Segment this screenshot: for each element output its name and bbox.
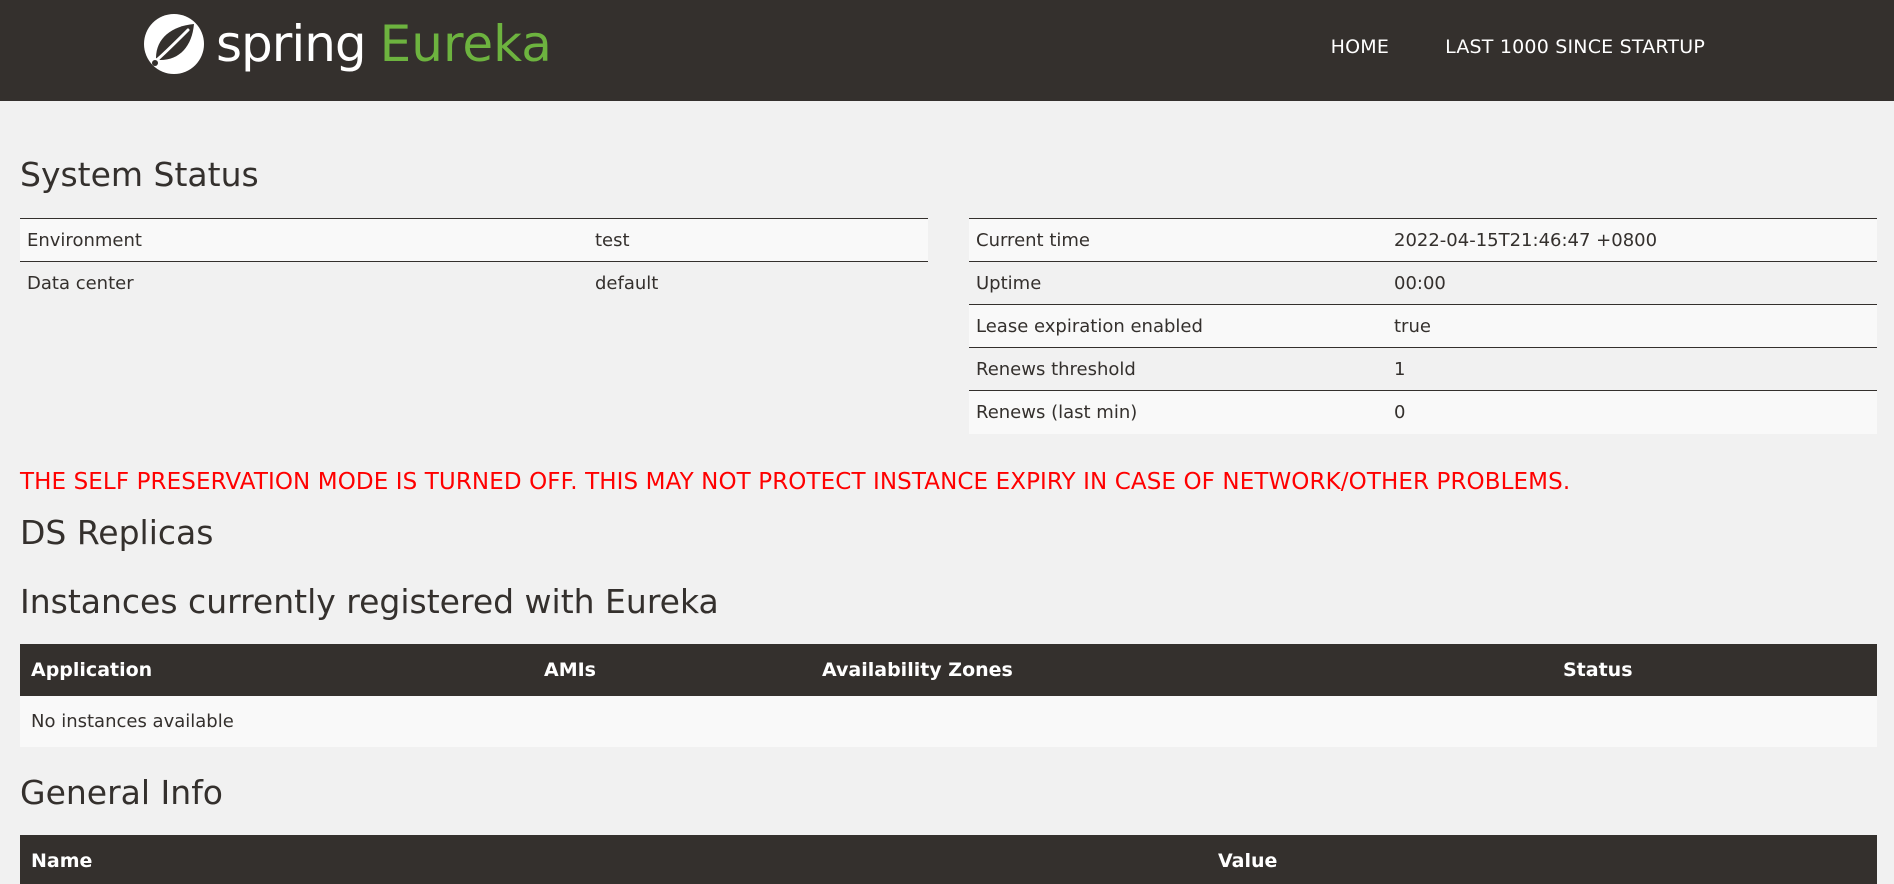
system-status-left-table: Environment test Data center default: [20, 218, 928, 305]
status-key: Lease expiration enabled: [969, 304, 1387, 348]
instances-heading: Instances currently registered with Eure…: [20, 582, 719, 621]
table-row: Data center default: [20, 261, 928, 305]
navbar: spring Eureka HOME LAST 1000 SINCE START…: [0, 0, 1894, 101]
column-header-availability-zones[interactable]: Availability Zones: [811, 644, 1552, 696]
no-instances-message: No instances available: [20, 696, 1877, 747]
status-value: 1: [1387, 347, 1877, 391]
column-header-application[interactable]: Application: [20, 644, 533, 696]
column-header-status[interactable]: Status: [1552, 644, 1877, 696]
table-row: Environment test: [20, 218, 928, 262]
system-status-heading: System Status: [20, 155, 259, 194]
logo-eureka-text: Eureka: [379, 15, 552, 73]
table-row: Current time 2022-04-15T21:46:47 +0800: [969, 218, 1877, 262]
general-info-table: Name Value: [20, 835, 1877, 884]
table-row: No instances available: [20, 696, 1877, 747]
nav-links: HOME LAST 1000 SINCE STARTUP: [1331, 36, 1705, 58]
status-key: Current time: [969, 218, 1387, 262]
status-value: 2022-04-15T21:46:47 +0800: [1387, 218, 1877, 262]
system-status-right-table: Current time 2022-04-15T21:46:47 +0800 U…: [969, 218, 1877, 434]
status-key: Environment: [20, 218, 588, 262]
column-header-value[interactable]: Value: [1207, 835, 1877, 884]
table-row: Uptime 00:00: [969, 261, 1877, 305]
table-header-row: Application AMIs Availability Zones Stat…: [20, 644, 1877, 696]
spring-eureka-logo[interactable]: spring Eureka: [142, 12, 552, 76]
status-value: test: [588, 218, 928, 262]
table-row: Renews threshold 1: [969, 347, 1877, 391]
table-header-row: Name Value: [20, 835, 1877, 884]
instances-table: Application AMIs Availability Zones Stat…: [20, 644, 1877, 747]
status-key: Data center: [20, 261, 588, 305]
column-header-amis[interactable]: AMIs: [533, 644, 811, 696]
status-key: Uptime: [969, 261, 1387, 305]
status-value: 00:00: [1387, 261, 1877, 305]
nav-home-link[interactable]: HOME: [1331, 36, 1389, 58]
self-preservation-warning: THE SELF PRESERVATION MODE IS TURNED OFF…: [20, 469, 1571, 495]
ds-replicas-heading: DS Replicas: [20, 513, 214, 552]
status-key: Renews threshold: [969, 347, 1387, 391]
nav-last-1000-link[interactable]: LAST 1000 SINCE STARTUP: [1445, 36, 1705, 58]
general-info-heading: General Info: [20, 773, 223, 812]
logo-spring-text: spring: [216, 15, 367, 73]
spring-leaf-icon: [144, 14, 204, 74]
status-value: true: [1387, 304, 1877, 348]
status-key: Renews (last min): [969, 390, 1387, 434]
table-row: Lease expiration enabled true: [969, 304, 1877, 348]
table-row: Renews (last min) 0: [969, 390, 1877, 434]
status-value: default: [588, 261, 928, 305]
status-value: 0: [1387, 390, 1877, 434]
column-header-name[interactable]: Name: [20, 835, 1207, 884]
